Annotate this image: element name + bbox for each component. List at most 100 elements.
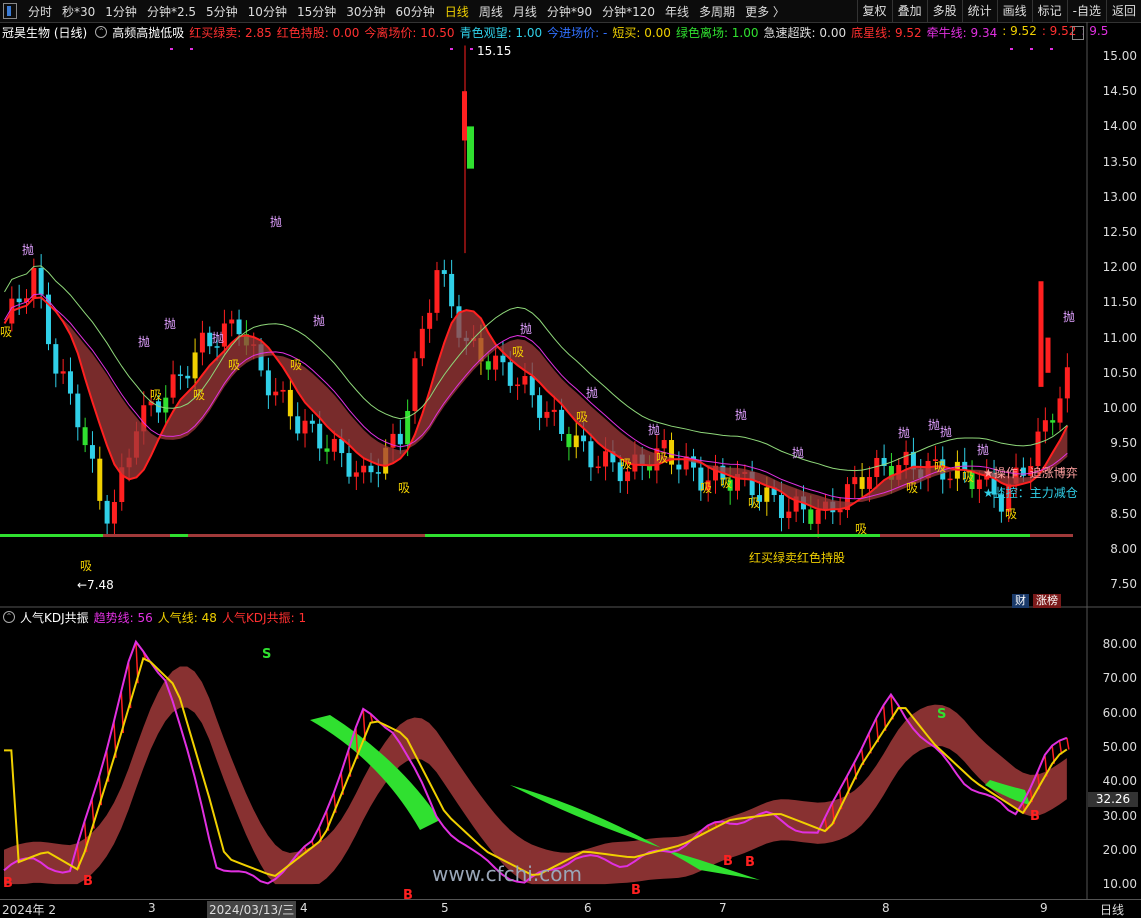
price-tick: 13.50 (1102, 154, 1137, 169)
candle-body (295, 416, 301, 434)
time-tick: 8 (882, 901, 890, 915)
candle-body (97, 458, 103, 501)
candle-body (507, 362, 513, 386)
candle-body (16, 298, 22, 303)
candle-body (75, 393, 81, 428)
sell-marker: 抛 (648, 422, 660, 437)
kdj-sell-marker: S (262, 647, 271, 662)
candle-body (317, 423, 323, 449)
kline-chart[interactable]: 15.15←7.48红买绿卖红色持股★操作：追涨博弈★监控：主力减仓抛抛抛 抛抛抛… (0, 0, 1141, 914)
time-tick: 5 (441, 901, 449, 915)
buy-marker: 吸 (656, 451, 668, 465)
candle-body (82, 427, 88, 446)
candle-body (67, 371, 73, 394)
candle-body (60, 371, 66, 374)
top-dot (1050, 48, 1053, 50)
candle-body (529, 376, 535, 396)
buy-marker: 吸 (512, 345, 524, 359)
time-tick: 4 (300, 901, 308, 915)
buy-marker: 吸 (0, 325, 12, 339)
kdj-tick: 20.00 (1102, 842, 1137, 857)
candle-body (236, 319, 242, 335)
price-tick: 9.50 (1110, 436, 1137, 451)
candle-body (309, 420, 315, 424)
candle-body (177, 374, 183, 376)
kdj-item-0: 趋势线: 56 (93, 610, 153, 625)
kdj-hatch (1066, 737, 1070, 750)
candle-body (324, 448, 330, 452)
top-dot (470, 48, 473, 50)
buy-marker: 吸 (398, 481, 410, 495)
buy-marker: 吸 (700, 481, 712, 495)
kdj-buy-marker: B (1030, 809, 1040, 824)
kdj-title[interactable]: 人气KDJ共振 (20, 609, 89, 626)
candle-body (170, 374, 176, 398)
kdj-buy-marker: B (83, 874, 93, 889)
low-label: ←7.48 (77, 578, 114, 592)
sell-marker: 抛 (735, 407, 747, 422)
candle-body (764, 487, 770, 502)
current-value-box: 32.26 (1088, 792, 1138, 807)
price-tick: 8.50 (1110, 506, 1137, 521)
candle-body (302, 420, 308, 434)
price-tick: 9.00 (1110, 471, 1137, 486)
candle-body (588, 441, 594, 468)
candle-body (449, 273, 455, 307)
signal-bar-red (188, 534, 425, 537)
candle-body (427, 312, 433, 329)
signal-bar-red (103, 534, 170, 537)
kdj-item-1: 人气线: 48 (157, 610, 217, 625)
candle-body (192, 352, 198, 379)
kdj-buy-marker: B (745, 855, 755, 870)
sell-marker: 抛 (313, 313, 325, 328)
candle-body (976, 479, 982, 489)
candle-body (441, 270, 447, 274)
kdj-axis: 80.00 70.00 60.00 50.00 40.00 30.00 20.00 10.00 (1087, 626, 1141, 898)
price-tick: 10.00 (1102, 401, 1137, 415)
candle-body (485, 361, 491, 370)
buy-marker: 吸 (906, 481, 918, 495)
kdj-band (4, 666, 1067, 885)
candle-body (786, 511, 792, 519)
candle-body (515, 384, 521, 387)
price-tick: 14.50 (1102, 84, 1137, 99)
candle-body (111, 502, 117, 524)
sell-marker: 抛 (977, 442, 989, 457)
candle-body (346, 453, 352, 477)
top-dot (450, 48, 453, 50)
candle-body (493, 355, 499, 370)
candle-body (38, 267, 44, 295)
signal-bar-red (880, 534, 940, 537)
candle-body (808, 509, 814, 524)
sell-marker: 抛 (270, 214, 282, 229)
time-tick: 6 (584, 901, 592, 915)
price-tick: 13.00 (1102, 189, 1137, 204)
kdj-toggle-icon[interactable]: ⌃ (3, 611, 15, 623)
candle-body (375, 472, 381, 474)
kdj-tick: 30.00 (1102, 808, 1137, 823)
price-tick: 12.50 (1102, 225, 1137, 239)
buy-marker: 吸 (934, 460, 946, 474)
candle-body (353, 472, 359, 477)
kdj-legend: ⌃ 人气KDJ共振 趋势线: 56 人气线: 48 人气KDJ共振: 1 (0, 608, 316, 626)
candle-body (676, 464, 682, 470)
candle-body (500, 355, 506, 363)
candle-body (419, 328, 425, 359)
candle-body (837, 510, 843, 513)
buy-marker: 吸 (620, 457, 632, 471)
time-axis: 2024年 2 3 2024/03/13/三 4 5 6 7 8 9 日线 (0, 899, 1141, 918)
kdj-buy-marker: B (631, 883, 641, 898)
finance-badge[interactable]: 财 (1012, 594, 1029, 608)
rank-badge[interactable]: 涨榜 (1033, 594, 1061, 608)
candle-body (104, 500, 110, 524)
buy-marker: 吸 (193, 388, 205, 402)
candle-body (647, 465, 653, 471)
signal-bar-red (1030, 534, 1073, 537)
op-note: ★操作：追涨博弈 (983, 465, 1078, 480)
price-tick: 11.50 (1102, 295, 1137, 310)
candle-body (522, 376, 528, 385)
kdj-values: 趋势线: 56 人气线: 48 人气KDJ共振: 1 (94, 609, 311, 626)
top-dot (170, 48, 173, 50)
candle-body (331, 438, 337, 452)
kdj-item-2: 人气KDJ共振: 1 (221, 610, 307, 625)
